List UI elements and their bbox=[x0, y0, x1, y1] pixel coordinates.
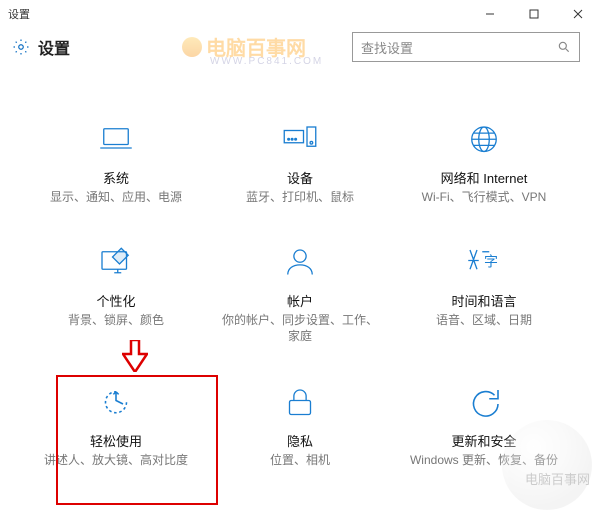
page-title: 设置 bbox=[38, 35, 70, 59]
tile-desc: 语音、区域、日期 bbox=[436, 312, 532, 328]
tile-desc: 你的帐户、同步设置、工作、家庭 bbox=[218, 312, 382, 344]
tile-personalization[interactable]: 个性化 背景、锁屏、颜色 bbox=[30, 233, 202, 354]
devices-icon bbox=[279, 120, 321, 162]
tile-title: 系统 bbox=[103, 168, 129, 187]
tile-title: 隐私 bbox=[287, 431, 313, 450]
lock-icon bbox=[279, 383, 321, 425]
search-icon bbox=[557, 40, 571, 54]
annotation-highlight-box bbox=[56, 375, 218, 505]
person-icon bbox=[279, 243, 321, 285]
svg-text:字: 字 bbox=[484, 254, 498, 270]
close-button[interactable] bbox=[556, 0, 600, 28]
tile-title: 帐户 bbox=[287, 291, 313, 310]
tile-title: 更新和安全 bbox=[451, 431, 516, 450]
tile-title: 时间和语言 bbox=[451, 291, 516, 310]
maximize-button[interactable] bbox=[512, 0, 556, 28]
laptop-icon bbox=[95, 120, 137, 162]
tile-desc: Windows 更新、恢复、备份 bbox=[410, 452, 558, 468]
personalize-icon bbox=[95, 243, 137, 285]
tile-desc: 蓝牙、打印机、鼠标 bbox=[246, 189, 354, 205]
window-title: 设置 bbox=[8, 6, 30, 22]
tile-system[interactable]: 系统 显示、通知、应用、电源 bbox=[30, 110, 202, 215]
time-language-icon: 字 bbox=[463, 243, 505, 285]
tile-desc: 背景、锁屏、颜色 bbox=[68, 312, 164, 328]
tile-desc: Wi-Fi、飞行模式、VPN bbox=[422, 189, 547, 205]
tile-desc: 显示、通知、应用、电源 bbox=[50, 189, 182, 205]
tile-privacy[interactable]: 隐私 位置、相机 bbox=[214, 373, 386, 478]
tile-network[interactable]: 网络和 Internet Wi-Fi、飞行模式、VPN bbox=[398, 110, 570, 215]
titlebar: 设置 bbox=[0, 0, 600, 28]
tile-time-language[interactable]: 字 时间和语言 语音、区域、日期 bbox=[398, 233, 570, 354]
update-icon bbox=[463, 383, 505, 425]
tile-update-security[interactable]: 更新和安全 Windows 更新、恢复、备份 bbox=[398, 373, 570, 478]
tile-desc: 位置、相机 bbox=[270, 452, 330, 468]
gear-icon bbox=[12, 38, 30, 56]
search-input[interactable]: 查找设置 bbox=[352, 32, 580, 62]
tile-title: 网络和 Internet bbox=[441, 168, 528, 187]
tile-title: 设备 bbox=[287, 168, 313, 187]
globe-icon bbox=[463, 120, 505, 162]
search-placeholder: 查找设置 bbox=[361, 38, 557, 57]
tile-title: 个性化 bbox=[96, 291, 135, 310]
window-controls bbox=[468, 0, 600, 28]
header: 设置 查找设置 bbox=[0, 28, 600, 70]
minimize-button[interactable] bbox=[468, 0, 512, 28]
tile-devices[interactable]: 设备 蓝牙、打印机、鼠标 bbox=[214, 110, 386, 215]
tile-accounts[interactable]: 帐户 你的帐户、同步设置、工作、家庭 bbox=[214, 233, 386, 354]
annotation-arrow-icon bbox=[122, 340, 148, 372]
